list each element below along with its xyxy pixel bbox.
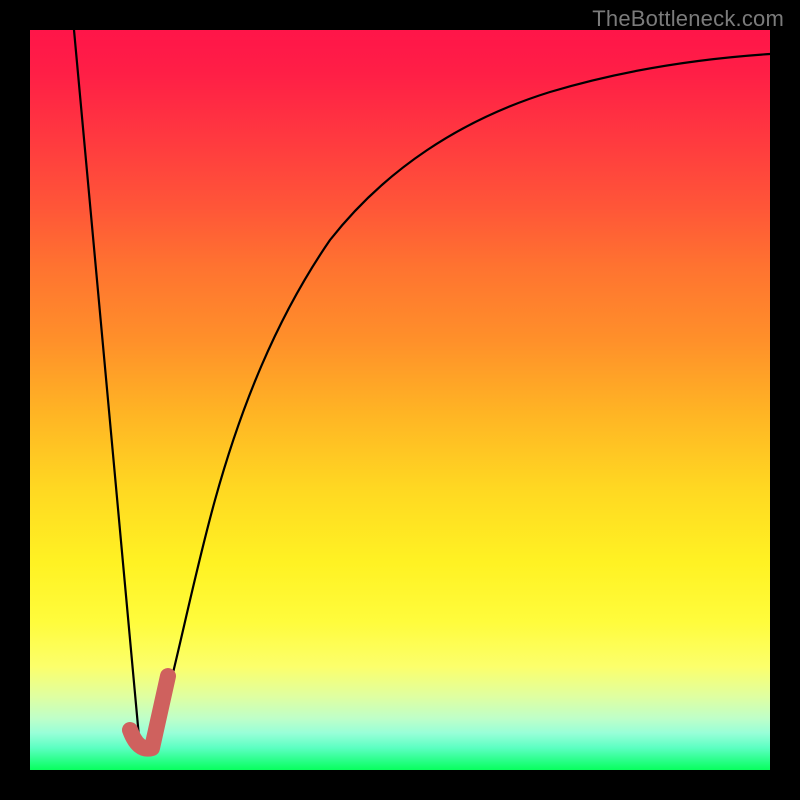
watermark-text: TheBottleneck.com: [592, 6, 784, 32]
chart-frame: TheBottleneck.com: [0, 0, 800, 800]
bottleneck-curve-left: [74, 30, 140, 748]
bottleneck-curve-right: [152, 54, 770, 750]
plot-area: [30, 30, 770, 770]
chart-svg: [30, 30, 770, 770]
